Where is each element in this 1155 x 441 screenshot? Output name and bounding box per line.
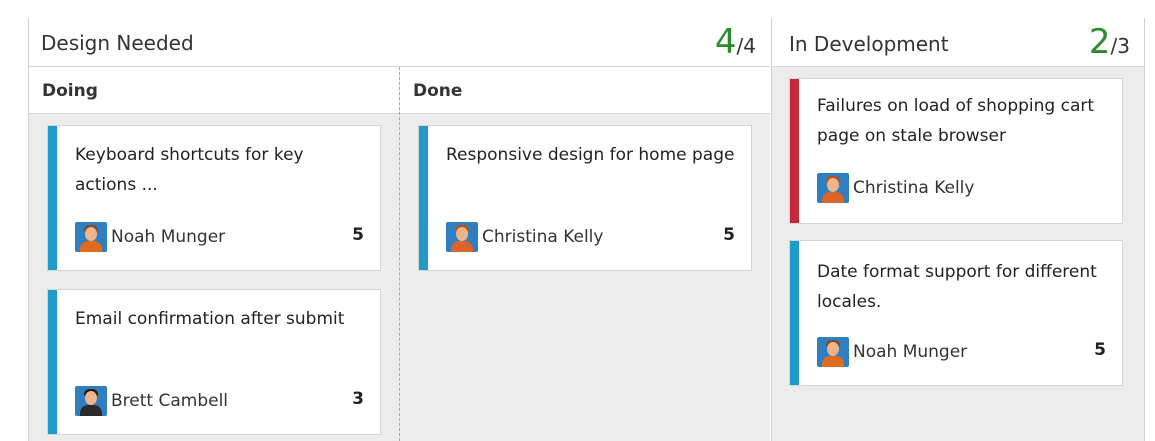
card-title[interactable]: Email confirmation after submit — [75, 304, 366, 334]
work-item-card[interactable]: Responsive design for home page Christin… — [418, 125, 752, 271]
wip-current-count: 4 — [714, 22, 737, 62]
column-title: In Development — [789, 32, 949, 56]
column-header: Design Needed 4/4 — [29, 18, 770, 67]
card-title[interactable]: Failures on load of shopping cart page o… — [817, 91, 1108, 151]
kanban-board: Design Needed 4/4 Doing Done Keyboard sh… — [28, 18, 1145, 441]
column-title: Design Needed — [41, 31, 194, 55]
card-status-stripe — [419, 126, 428, 270]
wip-limit-indicator: 2/3 — [1089, 22, 1130, 62]
card-title[interactable]: Responsive design for home page — [446, 140, 737, 170]
card-title[interactable]: Keyboard shortcuts for key actions ... — [75, 140, 366, 200]
work-item-card[interactable]: Date format support for different locale… — [789, 240, 1123, 386]
lane-title: Doing — [42, 81, 98, 101]
card-assignee[interactable]: Noah Munger — [817, 337, 967, 367]
card-status-stripe — [790, 241, 799, 385]
lane-title: Done — [413, 81, 463, 101]
assignee-name: Brett Cambell — [111, 391, 229, 411]
assignee-name: Christina Kelly — [482, 227, 604, 247]
story-points: 5 — [1094, 340, 1106, 360]
wip-limit-indicator: 4/4 — [715, 22, 756, 62]
wip-current-count: 2 — [1088, 22, 1111, 62]
assignee-name: Noah Munger — [853, 342, 968, 362]
story-points: 5 — [352, 225, 364, 245]
lane-header-done: Done — [400, 67, 770, 114]
work-item-card[interactable]: Email confirmation after submit Brett Ca… — [47, 289, 381, 435]
assignee-name: Christina Kelly — [853, 178, 975, 198]
wip-limit-value: /4 — [736, 34, 756, 58]
column-design-needed: Design Needed 4/4 Doing Done Keyboard sh… — [28, 18, 770, 441]
avatar-icon — [817, 173, 849, 203]
card-status-stripe — [790, 79, 799, 223]
card-assignee[interactable]: Brett Cambell — [75, 386, 228, 416]
avatar-icon — [75, 222, 107, 252]
card-status-stripe — [48, 290, 57, 434]
column-in-development: In Development 2/3 Failures on load of s… — [771, 18, 1145, 441]
avatar-icon — [446, 222, 478, 252]
story-points: 3 — [352, 389, 364, 409]
card-title[interactable]: Date format support for different locale… — [817, 257, 1108, 317]
lane-divider — [399, 67, 400, 441]
lane-header-doing: Doing — [29, 67, 399, 114]
card-status-stripe — [48, 126, 57, 270]
story-points: 5 — [723, 225, 735, 245]
wip-limit-value: /3 — [1110, 34, 1130, 58]
card-assignee[interactable]: Noah Munger — [75, 222, 225, 252]
column-header: In Development 2/3 — [772, 18, 1144, 67]
card-assignee[interactable]: Christina Kelly — [817, 173, 974, 203]
work-item-card[interactable]: Failures on load of shopping cart page o… — [789, 78, 1123, 224]
assignee-name: Noah Munger — [111, 227, 226, 247]
avatar-icon — [75, 386, 107, 416]
work-item-card[interactable]: Keyboard shortcuts for key actions ... N… — [47, 125, 381, 271]
avatar-icon — [817, 337, 849, 367]
card-assignee[interactable]: Christina Kelly — [446, 222, 603, 252]
